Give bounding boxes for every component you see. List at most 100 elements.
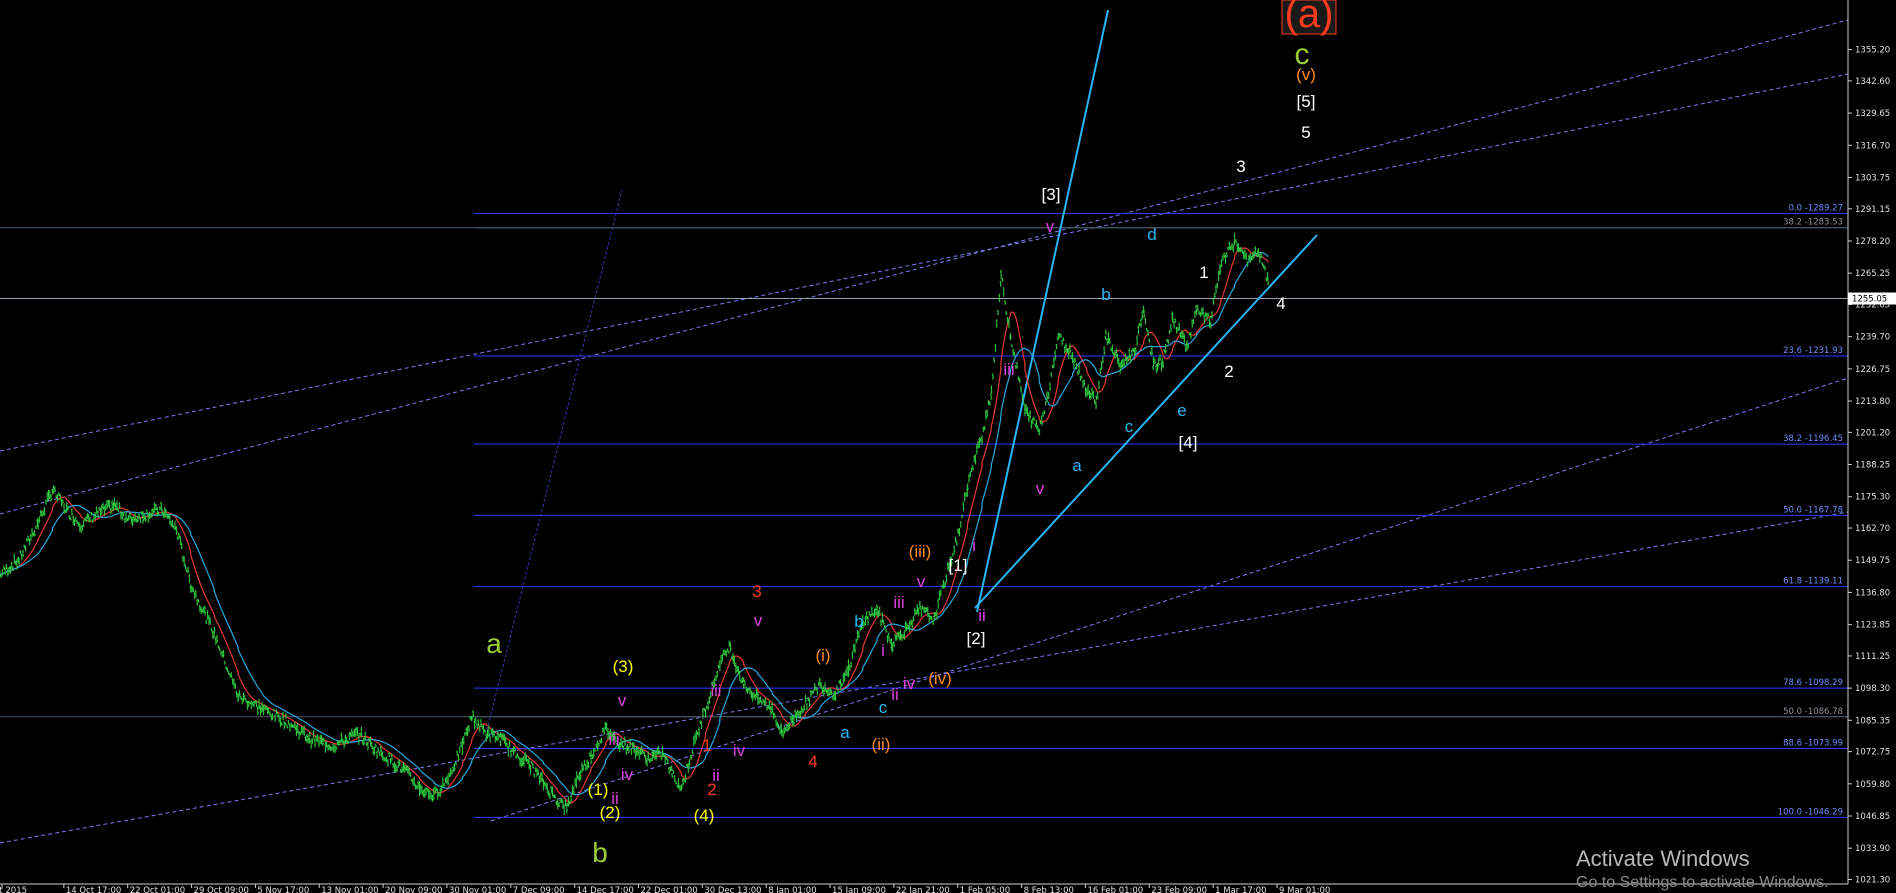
wave-label: ii <box>891 685 899 704</box>
wave-label: iii <box>711 683 722 700</box>
price-tick-label: 1098.30 <box>1855 684 1890 694</box>
time-tick-label: 22 Dec 01:00 <box>641 886 698 893</box>
price-tick-label: 1021.30 <box>1855 876 1890 886</box>
price-tick-label: 1201.20 <box>1855 428 1890 438</box>
price-tick-label: 1111.25 <box>1855 652 1890 662</box>
wave-label: (v) <box>1296 65 1316 84</box>
price-tick-label: 1175.30 <box>1855 493 1890 503</box>
time-tick-label: 22 Oct 01:00 <box>130 886 185 893</box>
price-tick-label: 1213.80 <box>1855 397 1890 407</box>
fib-level-label: 23.6 -1231.93 <box>1783 346 1843 356</box>
price-tick-label: 1162.70 <box>1855 524 1890 534</box>
time-tick-label: 7 Dec 09:00 <box>513 886 565 893</box>
wave-label: v <box>618 691 627 710</box>
price-tick-label: 1149.75 <box>1855 556 1890 566</box>
wave-label: 1 <box>1199 263 1208 282</box>
wave-label: [5] <box>1297 92 1316 111</box>
time-tick-label: 16 Feb 01:00 <box>1087 886 1143 893</box>
time-tick-label: 23 Feb 09:00 <box>1151 886 1207 893</box>
wave-label: iii <box>608 730 619 749</box>
wave-label: b <box>854 612 863 631</box>
time-tick-label: 13 Nov 01:00 <box>321 886 378 893</box>
wave-label: ii <box>978 606 986 625</box>
time-tick-label: 20 Nov 09:00 <box>385 886 442 893</box>
wave-label: 4 <box>808 752 817 771</box>
wave-label: (1) <box>588 780 609 799</box>
time-tick-label: 1 Mar 17:00 <box>1215 886 1266 893</box>
wave-label: i <box>972 536 976 555</box>
price-tick-label: 1355.20 <box>1855 46 1890 56</box>
time-tick-label: 5 Nov 17:00 <box>257 886 309 893</box>
wave-label: d <box>1147 225 1156 244</box>
wave-label: (iii) <box>909 542 932 561</box>
wave-label: (a) <box>1285 0 1334 36</box>
fib-level-label: 100.0 -1046.29 <box>1778 807 1843 817</box>
wave-label: [4] <box>1179 433 1198 452</box>
wave-label: iv <box>621 765 634 784</box>
time-tick-label: 14 Dec 17:00 <box>577 886 634 893</box>
wave-label: 2 <box>1224 362 1233 381</box>
fib-level-label: 50.0 -1167.78 <box>1783 505 1843 515</box>
price-tick-label: 1291.15 <box>1855 205 1890 215</box>
wave-label: 3 <box>1236 157 1245 176</box>
price-tick-label: 1059.80 <box>1855 780 1890 790</box>
wave-label: 5 <box>1301 123 1310 142</box>
wave-label: e <box>1177 401 1186 420</box>
price-tick-label: 1329.65 <box>1855 109 1890 119</box>
wave-label: c <box>879 698 888 717</box>
price-tick-label: 1046.85 <box>1855 812 1890 822</box>
wave-label: iv <box>733 741 746 760</box>
time-tick-label: 1 Feb 05:00 <box>960 886 1010 893</box>
wave-label: [3] <box>1042 185 1061 204</box>
time-tick-label: 9 Mar 01:00 <box>1279 886 1330 893</box>
fib-level-label: 88.6 -1073.99 <box>1783 739 1843 749</box>
wave-label: (3) <box>613 657 634 676</box>
wave-label: a <box>486 628 502 659</box>
wave-label: v <box>754 611 763 630</box>
wave-label: iv <box>903 674 916 693</box>
price-tick-label: 1239.70 <box>1855 333 1890 343</box>
price-chart[interactable]: 0.0 -1289.2738.2 -1283.5323.6 -1231.9338… <box>0 0 1896 893</box>
chart-background <box>0 0 1896 893</box>
wave-label: [2] <box>967 629 986 648</box>
wave-label: b <box>1101 285 1110 304</box>
fib-level-label: 61.8 -1139.11 <box>1783 577 1843 587</box>
wave-label: a <box>840 723 850 742</box>
price-tick-label: 1085.35 <box>1855 716 1890 726</box>
wave-label: (4) <box>694 806 715 825</box>
time-tick-label: 8 Feb 13:00 <box>1024 886 1074 893</box>
current-price-label: 1255.05 <box>1852 295 1887 305</box>
wave-label: iii <box>893 593 904 612</box>
price-tick-label: 1278.20 <box>1855 237 1890 247</box>
time-tick-label: 22 Jan 21:00 <box>896 886 950 893</box>
price-tick-label: 1316.70 <box>1855 141 1890 151</box>
fib-level-label: 78.6 -1098.29 <box>1783 678 1843 688</box>
wave-label: 3 <box>752 582 761 601</box>
wave-label: iii <box>1003 360 1014 379</box>
wave-label: [1] <box>949 556 968 575</box>
time-tick-label: 8 Jan 01:00 <box>768 886 816 893</box>
price-tick-label: 1188.25 <box>1855 461 1890 471</box>
fib-level-label: 38.2 -1283.53 <box>1783 218 1843 228</box>
time-tick-label: 30 Nov 01:00 <box>449 886 506 893</box>
wave-label: (2) <box>600 803 621 822</box>
wave-label: a <box>1072 456 1082 475</box>
time-tick-label: 30 Dec 13:00 <box>704 886 761 893</box>
price-tick-label: 1342.60 <box>1855 77 1890 87</box>
price-tick-label: 1123.85 <box>1855 621 1890 631</box>
wave-label: (i) <box>815 646 830 665</box>
wave-label: (ii) <box>872 735 891 754</box>
price-tick-label: 1136.80 <box>1855 588 1890 598</box>
price-tick-label: 1033.90 <box>1855 844 1890 854</box>
wave-label: v <box>1046 217 1055 236</box>
fib-level-label: 50.0 -1086.78 <box>1783 707 1843 717</box>
wave-label: c <box>1125 417 1134 436</box>
wave-label: v <box>917 572 926 591</box>
fib-level-label: 38.2 -1196.45 <box>1783 434 1843 444</box>
wave-label: (iv) <box>928 669 952 688</box>
time-tick-label: 14 Oct 17:00 <box>66 886 121 893</box>
time-tick-label: 15 Jan 09:00 <box>832 886 886 893</box>
price-tick-label: 1265.25 <box>1855 269 1890 279</box>
price-tick-label: 1072.75 <box>1855 748 1890 758</box>
price-tick-label: 1303.75 <box>1855 173 1890 183</box>
